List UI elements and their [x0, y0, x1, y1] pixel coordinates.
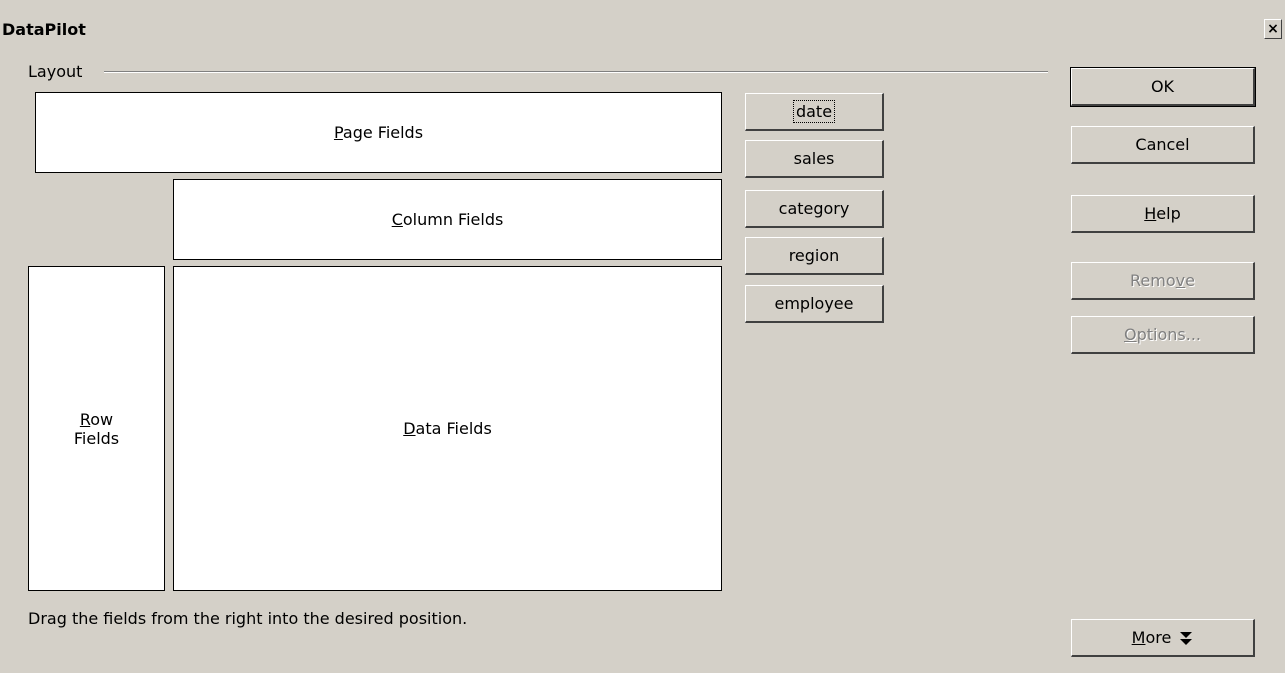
- close-icon: ×: [1267, 21, 1279, 37]
- layout-group-divider: [104, 71, 1048, 73]
- page-fields-area[interactable]: Page Fields: [35, 92, 722, 173]
- field-button-date[interactable]: date: [745, 93, 884, 131]
- field-button-sales[interactable]: sales: [745, 140, 884, 178]
- double-chevron-down-icon: [1179, 630, 1193, 646]
- datapilot-dialog: DataPilot × Layout Page Fields Column Fi…: [0, 0, 1285, 673]
- data-fields-label: Data Fields: [403, 419, 492, 438]
- field-button-employee[interactable]: employee: [745, 285, 884, 323]
- layout-group-label: Layout: [28, 62, 83, 81]
- hint-text: Drag the fields from the right into the …: [28, 609, 468, 628]
- field-button-region[interactable]: region: [745, 237, 884, 275]
- ok-button[interactable]: OK: [1070, 67, 1256, 107]
- data-fields-area[interactable]: Data Fields: [173, 266, 722, 591]
- more-button[interactable]: More: [1071, 619, 1255, 657]
- close-button[interactable]: ×: [1264, 19, 1282, 39]
- row-fields-label: Row Fields: [73, 409, 120, 448]
- title-bar: DataPilot ×: [0, 0, 1285, 44]
- remove-button[interactable]: Remove: [1071, 262, 1255, 300]
- field-button-category[interactable]: category: [745, 190, 884, 228]
- options-button[interactable]: Options...: [1071, 316, 1255, 354]
- page-fields-label: Page Fields: [333, 123, 424, 142]
- column-fields-area[interactable]: Column Fields: [173, 179, 722, 260]
- column-fields-label: Column Fields: [391, 210, 504, 229]
- window-title: DataPilot: [2, 20, 86, 39]
- cancel-button[interactable]: Cancel: [1071, 126, 1255, 164]
- row-fields-area[interactable]: Row Fields: [28, 266, 165, 591]
- help-button[interactable]: Help: [1071, 195, 1255, 233]
